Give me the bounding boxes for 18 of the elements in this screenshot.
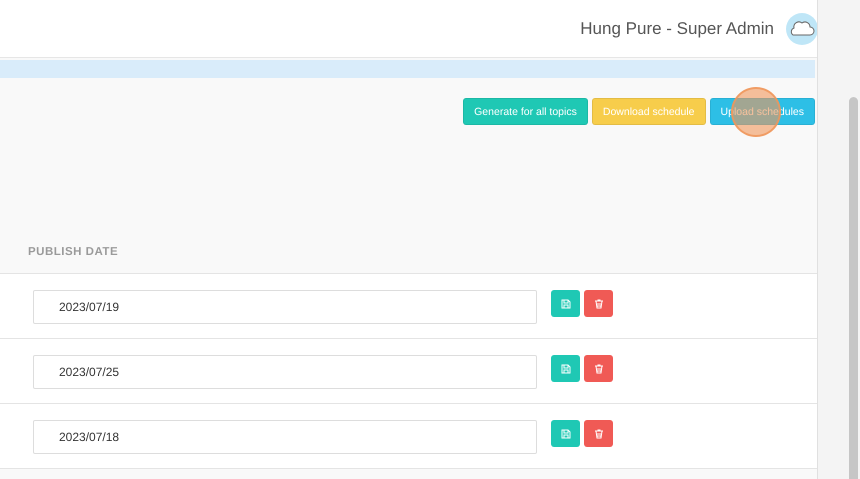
save-icon	[560, 298, 570, 308]
user-name: Hung Pure - Super Admin	[580, 18, 774, 38]
save-icon	[560, 428, 570, 438]
delete-button[interactable]	[584, 355, 613, 382]
trash-icon	[594, 298, 604, 308]
date-field[interactable]: 2023/07/18	[33, 420, 537, 454]
avatar-icon[interactable]	[786, 12, 818, 44]
trash-icon	[594, 364, 604, 374]
date-field[interactable]: 2023/07/19	[33, 290, 537, 324]
save-button[interactable]	[551, 420, 580, 447]
save-icon	[560, 364, 570, 374]
scrollbar-thumb[interactable]	[849, 97, 858, 479]
trash-icon	[594, 428, 604, 438]
date-field[interactable]: 2023/07/25	[33, 355, 537, 389]
delete-button[interactable]	[584, 290, 613, 317]
delete-button[interactable]	[584, 420, 613, 447]
save-button[interactable]	[551, 290, 580, 317]
save-button[interactable]	[551, 355, 580, 382]
